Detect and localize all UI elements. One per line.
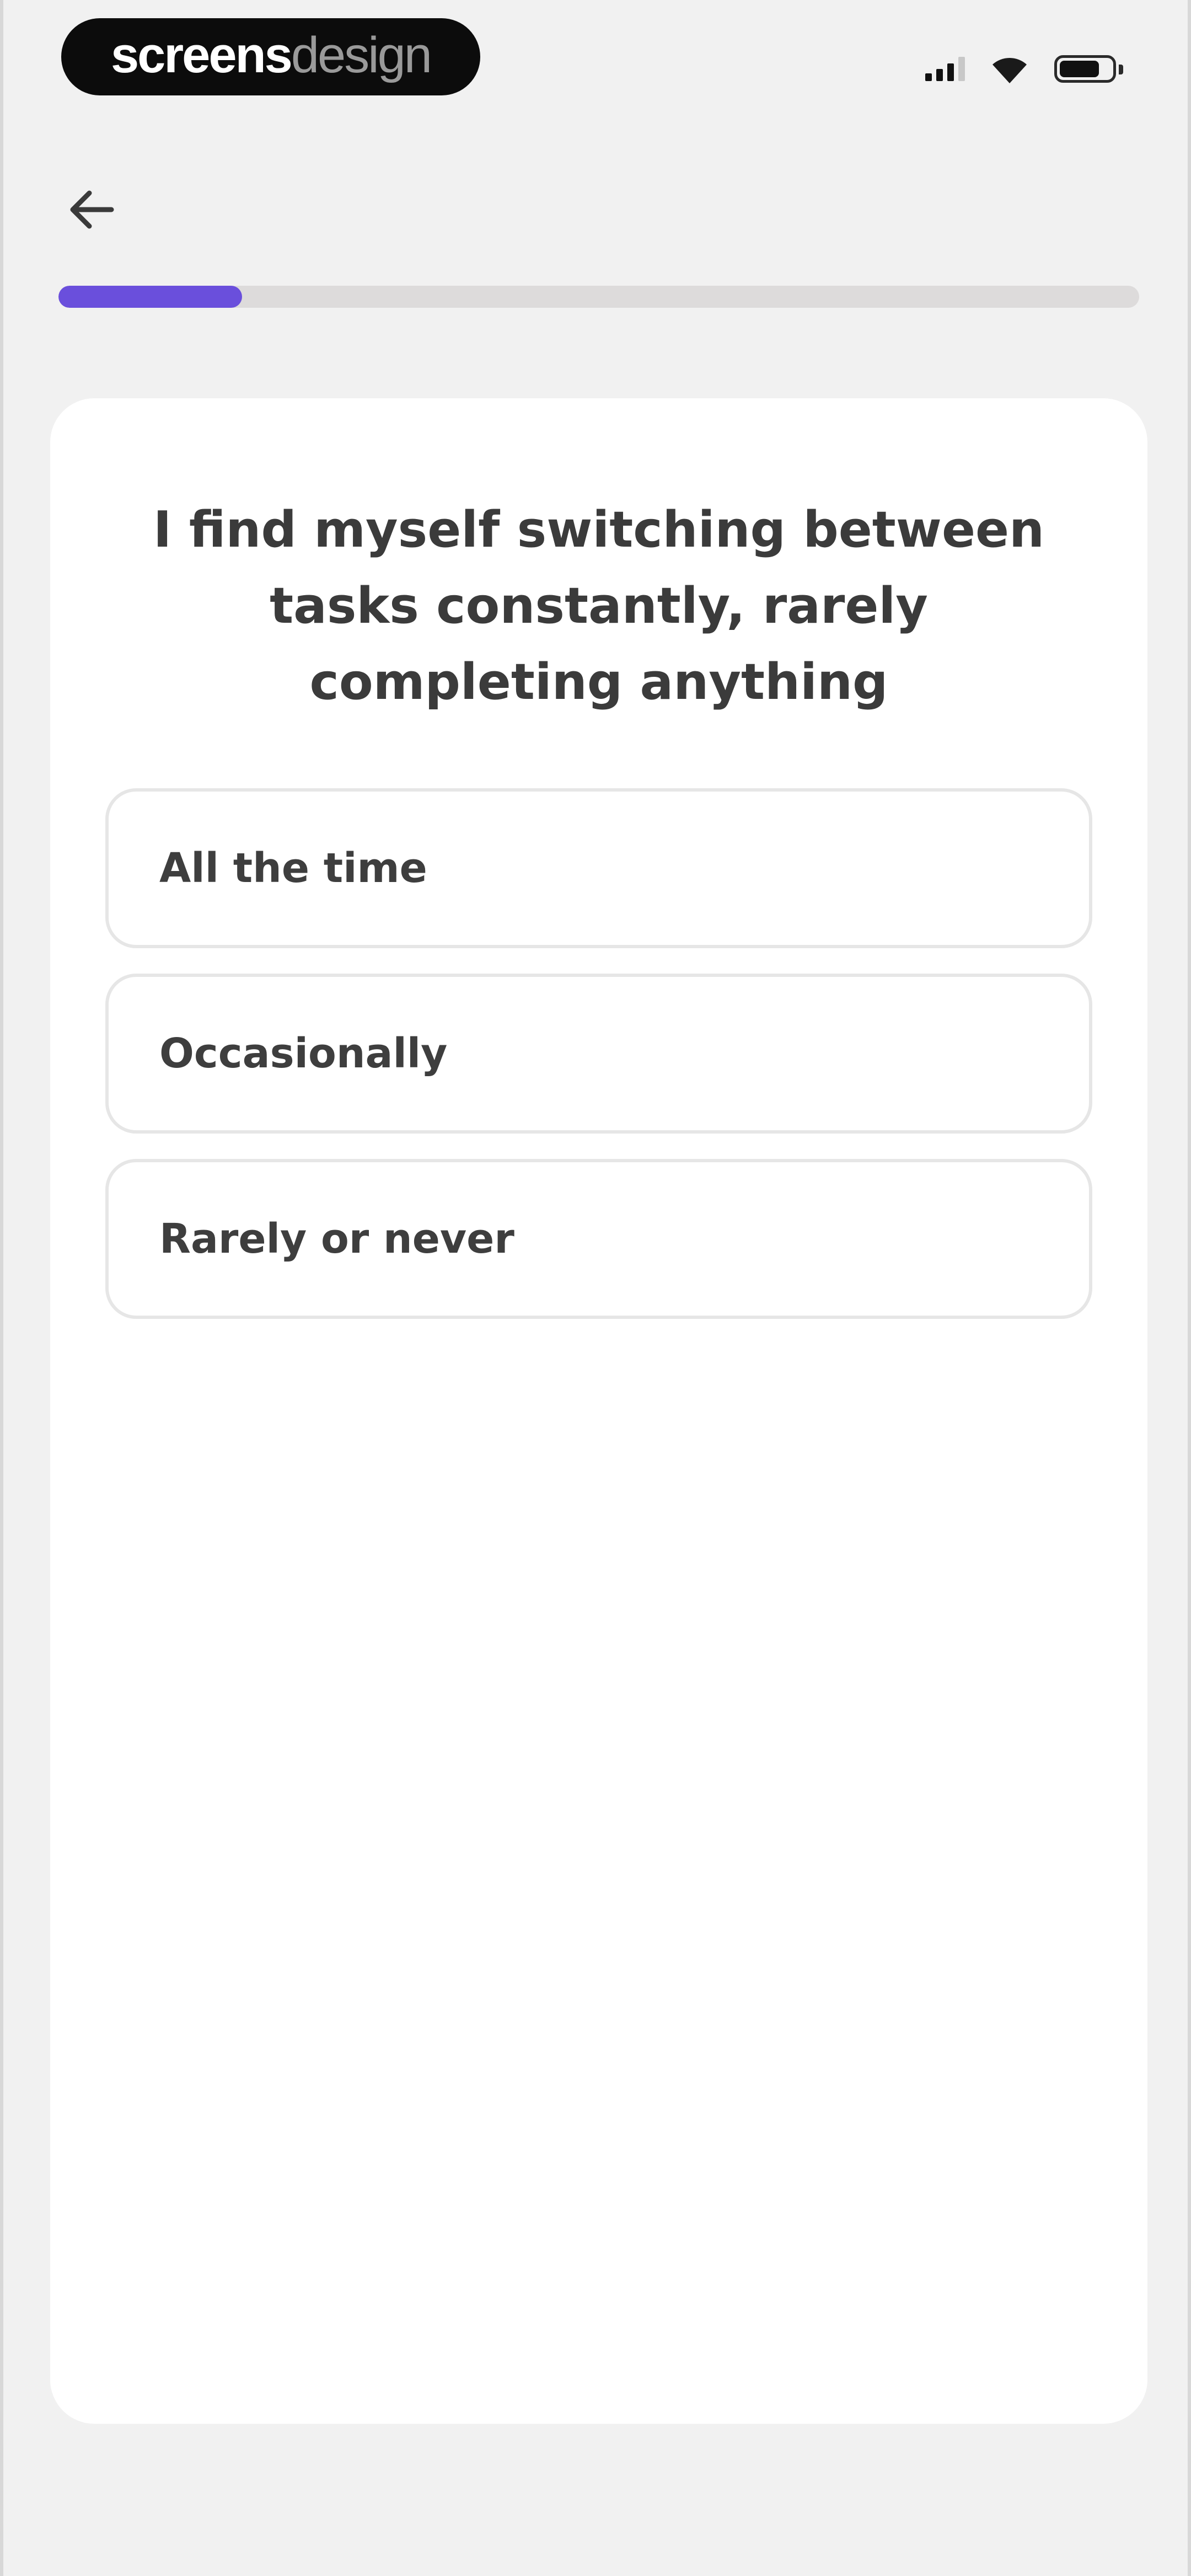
brand-badge: screensdesign: [61, 18, 480, 95]
progress-fill: [58, 286, 243, 308]
option-label: Occasionally: [159, 1030, 448, 1077]
screen: screensdesign I find myself switching be…: [0, 0, 1191, 2576]
battery-icon: [1054, 55, 1123, 83]
question-card: I find myself switching between tasks co…: [50, 398, 1147, 2424]
brand-bold-text: screens: [111, 27, 293, 83]
option-occasionally[interactable]: Occasionally: [105, 974, 1092, 1134]
brand-light-text: design: [291, 27, 432, 83]
signal-icon: [925, 57, 965, 81]
back-button[interactable]: [58, 177, 125, 243]
option-all-the-time[interactable]: All the time: [105, 788, 1092, 948]
answer-options: All the time Occasionally Rarely or neve…: [105, 788, 1092, 1344]
progress-track: [58, 286, 1139, 308]
arrow-left-icon: [70, 190, 114, 229]
wifi-icon: [993, 57, 1027, 83]
option-rarely-or-never[interactable]: Rarely or never: [105, 1159, 1092, 1319]
option-label: Rarely or never: [159, 1215, 514, 1263]
question-text: I find myself switching between tasks co…: [153, 501, 1045, 711]
status-icons: [925, 50, 1123, 88]
brand-logo: screensdesign: [111, 27, 432, 83]
option-label: All the time: [159, 845, 427, 892]
